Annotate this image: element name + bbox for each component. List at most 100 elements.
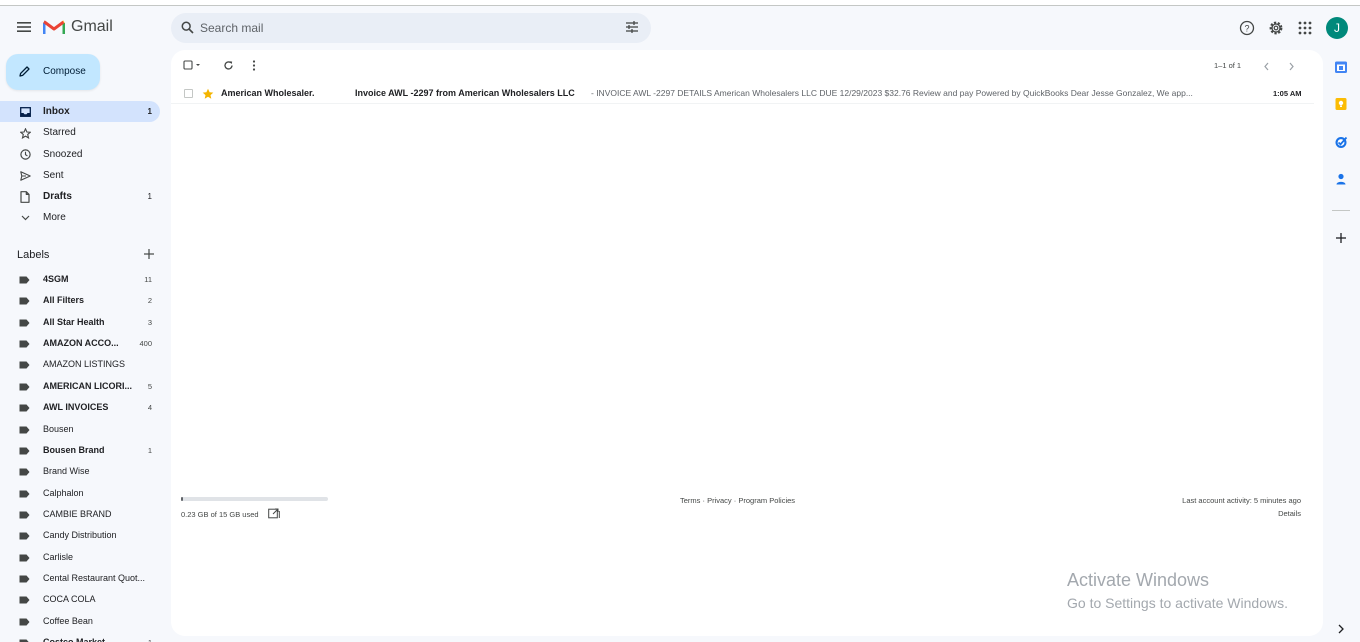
email-time: 1:05 AM xyxy=(1273,89,1302,98)
newer-button[interactable] xyxy=(1263,60,1270,72)
sidebar-label-item[interactable]: Calphalon xyxy=(0,483,160,504)
label-tag-icon xyxy=(19,532,30,540)
more-vert-icon xyxy=(252,59,256,71)
sidebar-label-item[interactable]: AMAZON LISTINGS xyxy=(0,354,160,375)
help-icon[interactable]: ? xyxy=(1239,20,1255,36)
label-tag-icon xyxy=(19,319,30,327)
refresh-button[interactable] xyxy=(223,59,234,71)
label-name: Candy Distribution xyxy=(43,530,117,541)
sidebar-item-starred[interactable]: Starred xyxy=(0,122,160,143)
sidebar-label-item[interactable]: Candy Distribution xyxy=(0,525,160,546)
search-icon[interactable] xyxy=(181,21,194,34)
search-bar[interactable] xyxy=(171,13,651,43)
email-select-checkbox[interactable] xyxy=(184,89,193,98)
calendar-icon[interactable] xyxy=(1334,60,1348,74)
sidebar-label-item[interactable]: Bousen xyxy=(0,419,160,440)
sidebar-item-label: Snoozed xyxy=(43,148,83,160)
sidebar-label-item[interactable]: Coffee Bean xyxy=(0,611,160,632)
sidebar-item-sent[interactable]: Sent xyxy=(0,165,160,186)
label-tag-icon xyxy=(19,276,30,284)
sidebar-item-drafts[interactable]: Drafts 1 xyxy=(0,186,160,207)
sidebar-item-more[interactable]: More xyxy=(0,207,160,228)
create-label-plus-icon[interactable] xyxy=(143,248,155,260)
label-name: Brand Wise xyxy=(43,466,90,477)
label-name: Costco Market xyxy=(43,637,151,642)
label-name: Coffee Bean xyxy=(43,615,93,626)
label-tag-icon xyxy=(19,447,30,455)
contacts-icon[interactable] xyxy=(1334,172,1348,186)
last-account-activity: Last account activity: 5 minutes ago xyxy=(1182,496,1301,505)
app-name: Gmail xyxy=(71,18,113,35)
label-tag-icon xyxy=(19,383,30,391)
activate-windows-subtext: Go to Settings to activate Windows. xyxy=(1067,595,1288,611)
show-side-panel-chevron-icon[interactable] xyxy=(1334,622,1348,636)
label-name: Calphalon xyxy=(43,487,84,498)
main-menu-button[interactable] xyxy=(13,16,35,38)
email-row[interactable]: American Wholesaler. Invoice AWL -2297 f… xyxy=(171,82,1314,104)
sidebar-label-item[interactable]: Brand Wise xyxy=(0,461,160,482)
settings-gear-icon[interactable] xyxy=(1268,20,1284,36)
account-avatar[interactable]: J xyxy=(1326,17,1348,39)
refresh-icon xyxy=(224,60,233,70)
program-policies-link[interactable]: Program Policies xyxy=(738,496,795,505)
sidebar-label-item[interactable]: AMAZON ACCO... 400 xyxy=(0,333,160,354)
sidebar-label-item[interactable]: Costco Market1 xyxy=(0,632,160,642)
side-panel xyxy=(1323,50,1360,642)
sidebar-label-item[interactable]: COCA COLA xyxy=(0,589,160,610)
sidebar-label-item[interactable]: CAMBIE BRAND xyxy=(0,504,160,525)
draft-icon xyxy=(20,191,30,204)
older-button[interactable] xyxy=(1288,60,1295,72)
search-input[interactable] xyxy=(200,18,600,38)
label-tag-icon xyxy=(19,404,30,412)
compose-button[interactable]: Compose xyxy=(6,54,100,90)
sidebar-item-label: Sent xyxy=(43,169,64,181)
sidebar-label-item[interactable]: Bousen Brand 1 xyxy=(0,440,160,461)
email-sender: American Wholesaler. xyxy=(221,88,315,98)
sidebar-label-item[interactable]: AWL INVOICES 4 xyxy=(0,397,160,418)
sidebar-label-item[interactable]: All Filters 2 xyxy=(0,290,160,311)
label-tag-icon xyxy=(19,575,30,583)
sidebar-label-item[interactable]: 4SGM 11 xyxy=(0,269,160,290)
get-addons-plus-icon[interactable] xyxy=(1334,231,1348,245)
tasks-icon[interactable] xyxy=(1334,135,1348,149)
select-all-checkbox[interactable] xyxy=(183,59,201,71)
sidebar-label-item[interactable]: Cental Restaurant Quot... xyxy=(0,568,160,589)
gmail-logo[interactable]: Gmail xyxy=(43,18,113,36)
keep-icon[interactable] xyxy=(1334,97,1348,111)
label-tag-icon xyxy=(19,426,30,434)
sidebar-label-item[interactable]: AMERICAN LICORI... 5 xyxy=(0,376,160,397)
pagination-text: 1–1 of 1 xyxy=(1214,61,1242,70)
label-count: 1 xyxy=(148,638,152,642)
sidebar-item-snoozed[interactable]: Snoozed xyxy=(0,144,160,165)
footer-links: Terms · Privacy · Program Policies xyxy=(680,496,795,505)
sidebar-label-item[interactable]: Carlisle xyxy=(0,547,160,568)
sidebar-label-item[interactable]: All Star Health 3 xyxy=(0,312,160,333)
label-name: All Star Health xyxy=(43,316,105,327)
more-options-button[interactable] xyxy=(251,59,257,71)
gmail-m-icon xyxy=(43,20,65,34)
star-filled-icon[interactable] xyxy=(202,88,214,100)
sidebar-item-label: Inbox xyxy=(43,106,70,117)
storage-progress-fill xyxy=(181,497,184,501)
label-tag-icon xyxy=(19,297,30,305)
sidebar-item-inbox[interactable]: Inbox 1 xyxy=(0,101,160,123)
label-name: AMERICAN LICORI... xyxy=(43,380,132,391)
details-link[interactable]: Details xyxy=(1278,509,1301,518)
label-name: Bousen Brand xyxy=(43,444,105,455)
draft-count: 1 xyxy=(147,192,152,202)
privacy-link[interactable]: Privacy xyxy=(707,496,732,505)
search-options-icon[interactable] xyxy=(625,21,639,33)
apps-grid-icon[interactable] xyxy=(1297,20,1313,36)
label-name: Carlisle xyxy=(43,551,74,562)
sidebar-item-label: Drafts xyxy=(43,191,72,203)
open-in-new-icon[interactable] xyxy=(268,508,280,519)
header: Gmail ? J xyxy=(0,6,1360,50)
terms-link[interactable]: Terms xyxy=(680,496,700,505)
unread-count: 1 xyxy=(147,107,152,116)
label-list: 4SGM 11 All Filters 2 All Star Health 3 AMAZON… xyxy=(0,269,168,642)
sidebar-nav: Inbox 1 Starred Snoozed Sent Drafts 1 Mo… xyxy=(0,101,168,229)
label-name: All Filters xyxy=(43,295,85,306)
email-subject: Invoice AWL -2297 from American Wholesal… xyxy=(355,88,575,98)
label-tag-icon xyxy=(19,468,30,476)
label-tag-icon xyxy=(19,361,30,369)
